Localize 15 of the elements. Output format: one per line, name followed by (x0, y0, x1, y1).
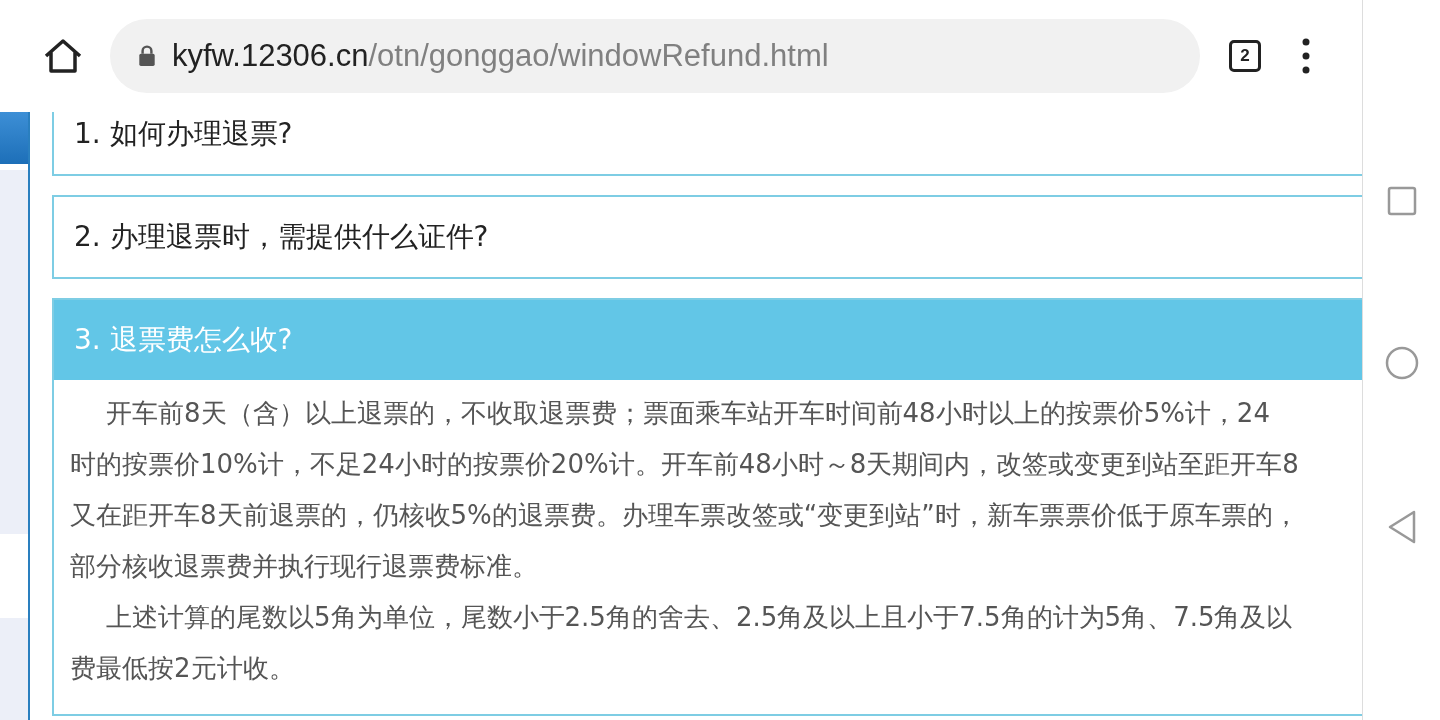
text-line: 费最低按2元计收。 (70, 652, 295, 685)
text-line: 时的按票价10%计，不足24小时的按票价20%计。开车前48小时～8天期间内，改签或变更到站至距开车8 (70, 448, 1299, 481)
text-line: 部分核收退票费并执行现行退票费标准。 (70, 550, 538, 583)
text-line: 上述计算的尾数以5角为单位，尾数小于2.5角的舍去、2.5角及以上且小于7.5角的计为5角、7.5角及以 (106, 601, 1293, 634)
text-line: 又在距开车8天前退票的，仍核收5%的退票费。办理车票改签或“变更到站”时，新车票票价低于原车票的， (70, 499, 1299, 532)
recents-icon[interactable] (1386, 186, 1417, 216)
address-bar[interactable]: kyfw.12306.cn/otn/gonggao/windowRefund.html (110, 19, 1200, 93)
lock-icon (138, 45, 156, 67)
text-line: 开车前8天（含）以上退票的，不收取退票费；票面乘车站开车时间前48小时以上的按票价5%计，24 (106, 397, 1270, 430)
menu-icon[interactable] (1302, 38, 1310, 74)
home-icon[interactable] (43, 38, 83, 74)
home-circle-icon[interactable] (1384, 346, 1419, 380)
url-text: kyfw.12306.cn/otn/gonggao/windowRefund.html (172, 38, 829, 74)
back-icon[interactable] (1386, 510, 1417, 544)
tab-count-button[interactable]: 2 (1229, 40, 1261, 72)
